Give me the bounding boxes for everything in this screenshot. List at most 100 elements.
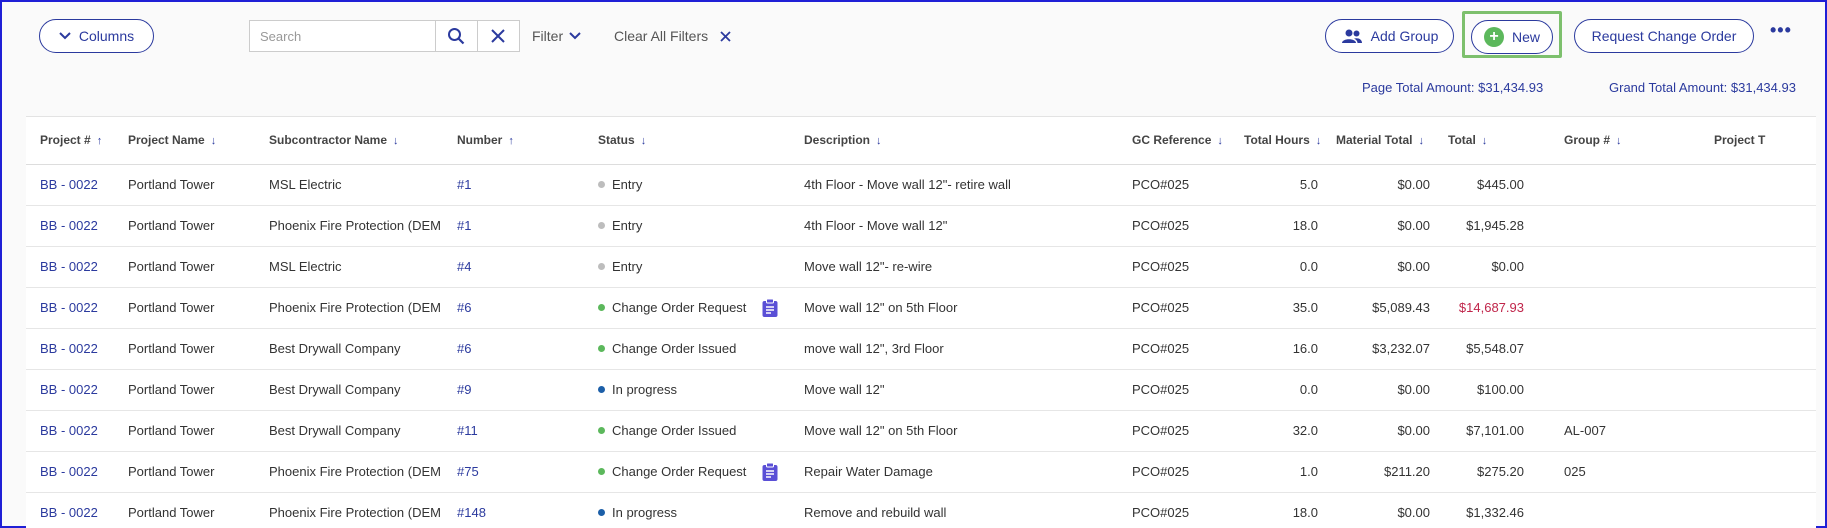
project-number-link[interactable]: BB - 0022: [40, 177, 98, 192]
table-row[interactable]: BB - 0022 Portland Tower Phoenix Fire Prot…: [26, 287, 1816, 329]
column-header-group-number[interactable]: Group # ↓: [1534, 117, 1706, 165]
gc-reference-cell: PCO#025: [1124, 246, 1236, 288]
project-number-link[interactable]: BB - 0022: [40, 341, 98, 356]
close-icon: [491, 29, 505, 43]
project-number-link[interactable]: BB - 0022: [40, 423, 98, 438]
column-header-number[interactable]: Number ↑: [449, 117, 590, 165]
number-link[interactable]: #1: [457, 177, 471, 192]
search-button[interactable]: [436, 21, 478, 51]
table-row[interactable]: BB - 0022 Portland Tower MSL Electric #1 Ent…: [26, 164, 1816, 206]
clipboard-icon[interactable]: [761, 298, 779, 318]
status-label: Entry: [612, 177, 643, 192]
chevron-down-icon: [569, 32, 581, 40]
table-row[interactable]: BB - 0022 Portland Tower Phoenix Fire Prot…: [26, 451, 1816, 493]
add-group-button[interactable]: Add Group: [1325, 19, 1454, 53]
number-link[interactable]: #6: [457, 341, 471, 356]
filter-button[interactable]: Filter: [532, 28, 581, 44]
table-row[interactable]: BB - 0022 Portland Tower Best Drywall Comp…: [26, 328, 1816, 370]
table-row[interactable]: BB - 0022 Portland Tower MSL Electric #4 Ent…: [26, 246, 1816, 288]
table-row[interactable]: BB - 0022 Portland Tower Best Drywall Comp…: [26, 410, 1816, 452]
table-row[interactable]: BB - 0022 Portland Tower Best Drywall Comp…: [26, 369, 1816, 411]
plus-circle-icon: +: [1483, 27, 1504, 47]
status-cell: Entry: [598, 177, 788, 192]
subcontractor-name-cell: Best Drywall Company: [261, 410, 449, 452]
number-link[interactable]: #1: [457, 218, 471, 233]
description-cell: Move wall 12" on 5th Floor: [796, 287, 1124, 329]
project-number-link[interactable]: BB - 0022: [40, 505, 98, 520]
number-link[interactable]: #75: [457, 464, 479, 479]
status-cell: Entry: [598, 259, 788, 274]
project-t-cell: [1706, 410, 1816, 452]
new-label: New: [1511, 29, 1540, 45]
status-label: In progress: [612, 382, 678, 397]
status-cell: Entry: [598, 218, 788, 233]
project-t-cell: [1706, 451, 1816, 493]
project-number-link[interactable]: BB - 0022: [40, 300, 98, 315]
close-icon: [720, 30, 731, 42]
gc-reference-cell: PCO#025: [1124, 164, 1236, 206]
group-number-cell: [1534, 246, 1706, 288]
column-header-material-total[interactable]: Material Total ↓: [1328, 117, 1440, 165]
request-change-order-button[interactable]: Request Change Order: [1574, 19, 1754, 53]
project-number-link[interactable]: BB - 0022: [40, 218, 98, 233]
number-link[interactable]: #9: [457, 382, 471, 397]
column-header-project-number[interactable]: Project # ↑: [26, 117, 120, 165]
total-cell: $5,548.07: [1440, 328, 1534, 370]
project-number-link[interactable]: BB - 0022: [40, 382, 98, 397]
material-total-cell: $0.00: [1328, 164, 1440, 206]
gc-reference-cell: PCO#025: [1124, 410, 1236, 452]
project-t-cell: [1706, 492, 1816, 528]
search-actions: [436, 20, 520, 52]
total-hours-cell: 18.0: [1236, 492, 1328, 528]
sort-icon: ↓: [210, 135, 217, 148]
column-header-description[interactable]: Description ↓: [796, 117, 1124, 165]
number-link[interactable]: #6: [457, 300, 471, 315]
number-link[interactable]: #11: [457, 423, 478, 438]
material-total-cell: $3,232.07: [1328, 328, 1440, 370]
table-row[interactable]: BB - 0022 Portland Tower Phoenix Fire Prot…: [26, 492, 1816, 528]
project-name-cell: Portland Tower: [120, 328, 261, 370]
status-cell: In progress: [598, 505, 788, 520]
column-header-project-name[interactable]: Project Name ↓: [120, 117, 261, 165]
clear-all-filters-button[interactable]: Clear All Filters: [614, 28, 731, 44]
new-button[interactable]: + New: [1471, 20, 1553, 54]
gc-reference-cell: PCO#025: [1124, 369, 1236, 411]
change-orders-table: Project # ↑ Project Name ↓ Subcontractor N…: [26, 116, 1816, 528]
new-button-highlight: + New: [1462, 11, 1562, 58]
material-total-cell: $211.20: [1328, 451, 1440, 493]
column-header-total-hours[interactable]: Total Hours ↓: [1236, 117, 1328, 165]
description-cell: 4th Floor - Move wall 12": [796, 205, 1124, 247]
clear-all-filters-label: Clear All Filters: [614, 28, 709, 44]
more-options-button[interactable]: •••: [1770, 20, 1792, 41]
table-row[interactable]: BB - 0022 Portland Tower Phoenix Fire Prot…: [26, 205, 1816, 247]
column-header-gc-reference[interactable]: GC Reference ↓: [1124, 117, 1236, 165]
clipboard-icon[interactable]: [761, 462, 779, 482]
subcontractor-name-cell: Best Drywall Company: [261, 369, 449, 411]
project-number-link[interactable]: BB - 0022: [40, 259, 98, 274]
column-header-total[interactable]: Total ↓: [1440, 117, 1534, 165]
sort-icon: ↓: [1217, 135, 1223, 148]
group-number-cell: [1534, 205, 1706, 247]
project-name-cell: Portland Tower: [120, 410, 261, 452]
project-name-cell: Portland Tower: [120, 246, 261, 288]
status-cell: Change Order Request: [598, 298, 788, 318]
project-number-link[interactable]: BB - 0022: [40, 464, 98, 479]
project-t-cell: [1706, 369, 1816, 411]
project-t-cell: [1706, 287, 1816, 329]
column-header-project-t[interactable]: Project T: [1706, 117, 1816, 165]
number-link[interactable]: #4: [457, 259, 471, 274]
column-header-subcontractor-name[interactable]: Subcontractor Name ↓: [261, 117, 449, 165]
search-input[interactable]: [249, 20, 436, 52]
clear-search-button[interactable]: [478, 21, 520, 51]
status-dot: [598, 468, 605, 475]
column-header-status[interactable]: Status ↓: [590, 117, 796, 165]
table-header-row: Project # ↑ Project Name ↓ Subcontractor N…: [26, 117, 1816, 165]
number-link[interactable]: #148: [457, 505, 486, 520]
total-cell: $1,332.46: [1440, 492, 1534, 528]
columns-button[interactable]: Columns: [39, 19, 154, 53]
total-hours-cell: 32.0: [1236, 410, 1328, 452]
material-total-cell: $5,089.43: [1328, 287, 1440, 329]
project-name-cell: Portland Tower: [120, 164, 261, 206]
description-cell: 4th Floor - Move wall 12"- retire wall: [796, 164, 1124, 206]
sort-icon: ↓: [1481, 135, 1488, 148]
